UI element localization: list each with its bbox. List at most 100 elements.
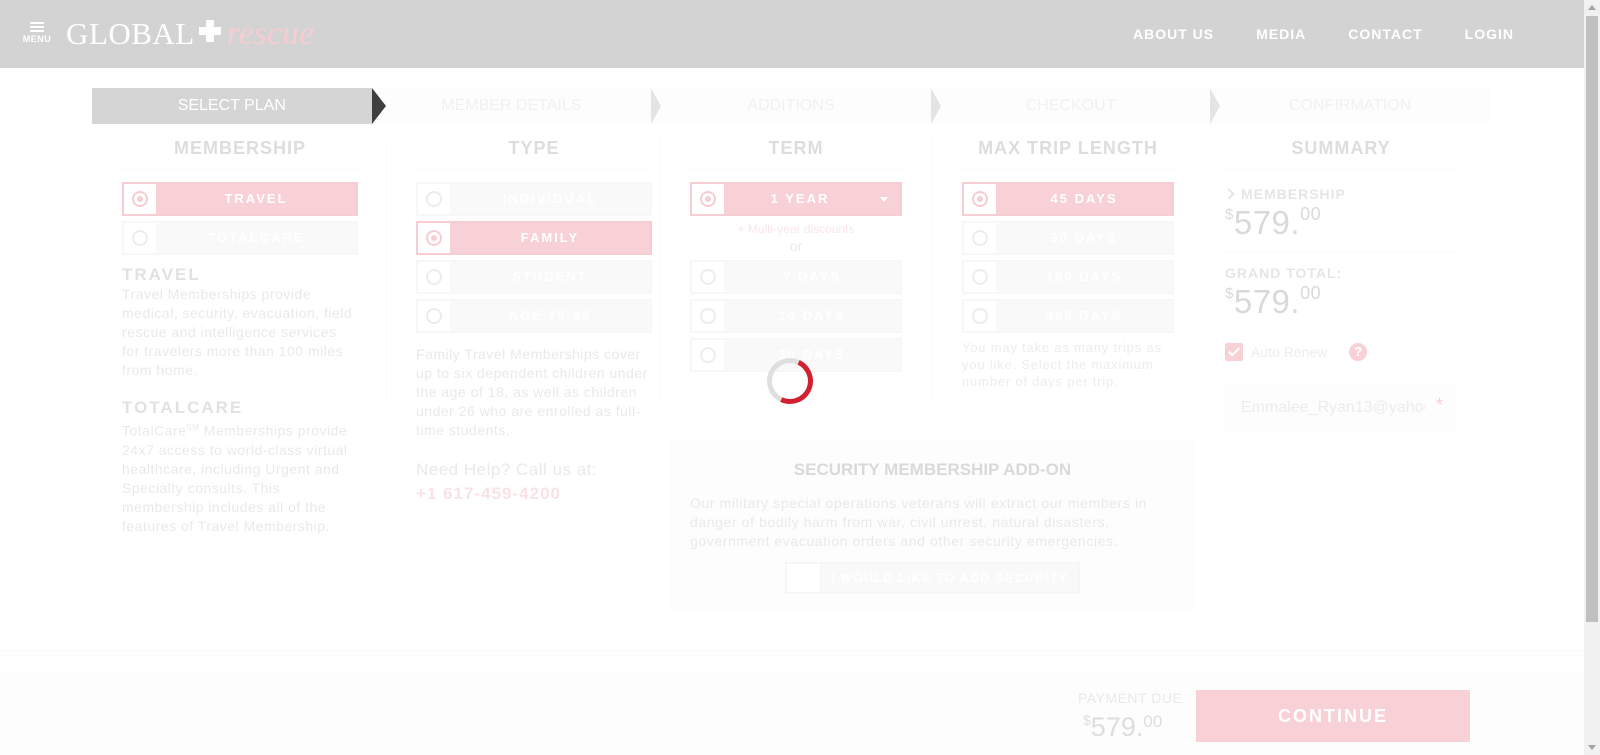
logo[interactable]: GLOBAL rescue xyxy=(66,15,315,52)
or-separator: or xyxy=(789,238,803,254)
membership-option-travel[interactable]: TRAVEL xyxy=(122,182,358,216)
radio-icon xyxy=(418,184,450,214)
continue-button[interactable]: CONTINUE xyxy=(1196,690,1470,742)
trip-option-45-days[interactable]: 45 DAYS xyxy=(962,182,1174,216)
scroll-down-arrow-icon[interactable] xyxy=(1588,745,1596,750)
type-option-student[interactable]: STUDENT xyxy=(416,260,652,294)
term-column: TERM 1 YEAR + Multi-year discounts or 7 … xyxy=(690,138,902,377)
term-heading: TERM xyxy=(690,138,902,170)
nav-contact[interactable]: CONTACT xyxy=(1348,26,1422,42)
required-asterisk: * xyxy=(1435,395,1443,415)
help-phone-link[interactable]: +1 617-459-4200 xyxy=(416,484,652,504)
grand-total-price: $579.00 xyxy=(1225,283,1457,321)
step-checkout[interactable]: CHECKOUT xyxy=(930,88,1220,124)
membership-summary-toggle[interactable]: MEMBERSHIP xyxy=(1223,186,1457,202)
totalcare-description-text: Memberships provide 24x7 access to world… xyxy=(122,422,348,534)
radio-icon xyxy=(418,223,450,253)
chevron-down-icon xyxy=(880,197,888,202)
checkout-stepper: SELECT PLAN MEMBER DETAILS ADDITIONS CHE… xyxy=(92,88,1490,124)
add-security-toggle[interactable]: I WOULD LIKE TO ADD SECURITY xyxy=(785,562,1080,594)
footer-separator xyxy=(0,650,1584,676)
auto-renew-checkbox[interactable] xyxy=(1225,343,1243,361)
payment-due-amount: $579.00 xyxy=(1083,712,1162,743)
nav-media[interactable]: MEDIA xyxy=(1256,26,1306,42)
vertical-scrollbar[interactable] xyxy=(1584,0,1600,755)
trip-option-90-days[interactable]: 90 DAYS xyxy=(962,221,1174,255)
radio-icon xyxy=(124,223,156,253)
top-nav: ABOUT US MEDIA CONTACT LOGIN xyxy=(1091,0,1514,68)
term-option-14-days[interactable]: 14 DAYS xyxy=(690,299,902,333)
checkout-footer: PAYMENT DUE $579.00 CONTINUE xyxy=(0,676,1584,755)
trip-option-180-days[interactable]: 180 DAYS xyxy=(962,260,1174,294)
radio-icon xyxy=(692,340,724,370)
travel-title: TRAVEL xyxy=(122,265,201,284)
scrollbar-thumb[interactable] xyxy=(1586,16,1598,622)
add-security-label: I WOULD LIKE TO ADD SECURITY xyxy=(830,571,1069,585)
trip-option-365-days[interactable]: 365 DAYS xyxy=(962,299,1174,333)
menu-button[interactable]: MENU xyxy=(20,20,54,50)
auto-renew-row: Auto Renew ? xyxy=(1225,343,1457,361)
checkbox-icon xyxy=(787,564,821,592)
site-header: MENU GLOBAL rescue ABOUT US MEDIA CONTAC… xyxy=(0,0,1584,68)
travel-description: Travel Memberships provide medical, secu… xyxy=(122,286,353,378)
term-select-1-year[interactable]: 1 YEAR xyxy=(690,182,902,216)
step-additions[interactable]: ADDITIONS xyxy=(651,88,941,124)
option-label: 90 DAYS xyxy=(1050,230,1118,245)
option-label: TOTALCARE xyxy=(207,230,305,245)
term-option-7-days[interactable]: 7 DAYS xyxy=(690,260,902,294)
payment-due-label: PAYMENT DUE xyxy=(1078,690,1183,706)
currency-symbol: $ xyxy=(1083,712,1091,728)
column-divider xyxy=(660,138,661,403)
email-field[interactable] xyxy=(1225,385,1425,431)
nav-login[interactable]: LOGIN xyxy=(1465,26,1514,42)
totalcare-brand: TotalCare xyxy=(122,422,187,439)
logo-word-rescue: rescue xyxy=(226,15,315,52)
plus-cross-icon xyxy=(198,20,221,42)
option-label: 14 DAYS xyxy=(778,308,846,323)
column-divider xyxy=(932,138,933,403)
membership-option-totalcare[interactable]: TOTALCARE xyxy=(122,221,358,255)
option-label: STUDENT xyxy=(512,269,588,284)
max-trip-heading: MAX TRIP LENGTH xyxy=(962,138,1174,170)
type-option-family[interactable]: FAMILY xyxy=(416,221,652,255)
totalcare-title: TOTALCARE xyxy=(122,398,244,417)
radio-icon xyxy=(124,184,156,214)
price-amount: 579. xyxy=(1233,204,1301,241)
auto-renew-label: Auto Renew xyxy=(1251,344,1328,360)
option-label: FAMILY xyxy=(520,230,580,245)
type-option-individual[interactable]: INDIVIDUAL xyxy=(416,182,652,216)
chevron-right-icon xyxy=(1223,188,1235,200)
security-addon-description: Our military special operations veterans… xyxy=(690,495,1148,549)
email-field-wrapper: * xyxy=(1225,385,1457,431)
type-column: TYPE INDIVIDUAL FAMILY STUDENT AGE 75-85… xyxy=(416,138,652,504)
membership-summary-label: MEMBERSHIP xyxy=(1241,186,1346,202)
radio-icon xyxy=(692,262,724,292)
option-label: INDIVIDUAL xyxy=(502,191,598,206)
step-member-details[interactable]: MEMBER DETAILS xyxy=(371,88,661,124)
totalcare-description: TotalCareSM Memberships provide 24x7 acc… xyxy=(122,418,358,536)
order-summary: SUMMARY MEMBERSHIP $579.00 GRAND TOTAL: … xyxy=(1223,138,1457,431)
option-label: 180 DAYS xyxy=(1045,269,1123,284)
service-mark: SM xyxy=(186,423,200,432)
help-label: Need Help? Call us at: xyxy=(416,460,598,479)
step-select-plan[interactable]: SELECT PLAN xyxy=(92,88,386,124)
option-label: 7 DAYS xyxy=(783,269,841,284)
scroll-up-arrow-icon[interactable] xyxy=(1588,5,1596,10)
option-label: TRAVEL xyxy=(224,191,288,206)
price-cents: 00 xyxy=(1143,712,1163,731)
step-confirmation[interactable]: CONFIRMATION xyxy=(1210,88,1490,124)
max-trip-column: MAX TRIP LENGTH 45 DAYS 90 DAYS 180 DAYS… xyxy=(962,138,1174,390)
trip-length-note: You may take as many trips as you like. … xyxy=(962,340,1162,389)
multi-year-discounts-link[interactable]: + Multi-year discounts xyxy=(690,222,902,236)
membership-column: MEMBERSHIP TRAVEL TOTALCARE TRAVEL Trave… xyxy=(122,138,358,536)
price-amount: 579. xyxy=(1090,712,1144,742)
radio-icon xyxy=(692,301,724,331)
column-divider xyxy=(386,138,387,403)
menu-label: MENU xyxy=(22,34,52,44)
type-option-age-75-85[interactable]: AGE 75-85 xyxy=(416,299,652,333)
help-question-icon[interactable]: ? xyxy=(1349,343,1368,361)
membership-heading: MEMBERSHIP xyxy=(122,138,358,170)
radio-icon xyxy=(692,184,724,214)
price-amount: 579. xyxy=(1233,283,1301,320)
nav-about-us[interactable]: ABOUT US xyxy=(1133,26,1214,42)
